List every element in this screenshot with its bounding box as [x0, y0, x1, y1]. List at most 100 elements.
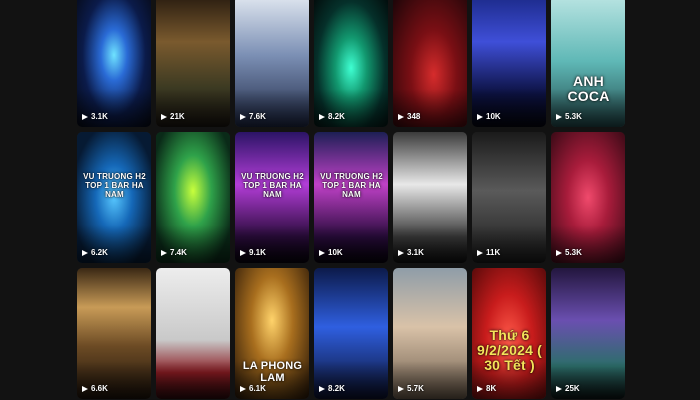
view-count-value: 8K	[486, 384, 497, 393]
view-count-value: 8.2K	[328, 112, 345, 121]
video-card[interactable]	[156, 268, 230, 399]
play-icon	[319, 385, 325, 392]
play-icon	[82, 385, 88, 392]
view-count: 3.1K	[398, 248, 424, 257]
play-icon	[161, 113, 167, 120]
video-grid: 3.1K 21K 7.6K 8.2K 348 10K ANH COCA 5.3K VU TRUO…	[77, 0, 625, 399]
video-overlay-text: ANH COCA	[567, 73, 610, 104]
play-icon	[556, 385, 562, 392]
video-card[interactable]: 8.2K	[314, 268, 388, 399]
video-card[interactable]: 25K	[551, 268, 625, 399]
video-thumbnail	[551, 132, 625, 263]
view-count: 10K	[477, 112, 501, 121]
video-card[interactable]: 10K	[472, 0, 546, 127]
video-thumbnail	[393, 0, 467, 127]
play-icon	[398, 113, 404, 120]
view-count: 6.1K	[240, 384, 266, 393]
video-overlay-text: VU TRUONG H2 TOP 1 BAR HA NAM	[83, 172, 146, 199]
play-icon	[240, 113, 246, 120]
video-card[interactable]: 3.1K	[77, 0, 151, 127]
video-thumbnail	[393, 268, 467, 399]
video-thumbnail	[472, 132, 546, 263]
video-thumbnail	[77, 268, 151, 399]
view-count: 5.3K	[556, 248, 582, 257]
play-icon	[556, 113, 562, 120]
video-thumbnail	[314, 0, 388, 127]
video-thumbnail	[551, 0, 625, 127]
video-thumbnail	[156, 268, 230, 399]
video-thumbnail	[77, 0, 151, 127]
play-icon	[398, 385, 404, 392]
view-count-value: 21K	[170, 112, 185, 121]
play-icon	[556, 249, 562, 256]
view-count-value: 25K	[565, 384, 580, 393]
video-thumbnail	[314, 268, 388, 399]
view-count: 21K	[161, 112, 185, 121]
view-count: 7.4K	[161, 248, 187, 257]
view-count: 5.7K	[398, 384, 424, 393]
video-thumbnail	[551, 268, 625, 399]
view-count: 8.2K	[319, 112, 345, 121]
view-count: 7.6K	[240, 112, 266, 121]
video-card[interactable]: ANH COCA 5.3K	[551, 0, 625, 127]
view-count-value: 5.3K	[565, 112, 582, 121]
video-card[interactable]: VU TRUONG H2 TOP 1 BAR HA NAM 6.2K	[77, 132, 151, 263]
view-count-value: 10K	[328, 248, 343, 257]
view-count-value: 5.3K	[565, 248, 582, 257]
play-icon	[319, 249, 325, 256]
video-card[interactable]: Thứ 6 9/2/2024 ( 30 Tết ) 8K	[472, 268, 546, 399]
video-card[interactable]: 348	[393, 0, 467, 127]
view-count: 348	[398, 112, 420, 121]
view-count-value: 3.1K	[91, 112, 108, 121]
view-count: 10K	[319, 248, 343, 257]
play-icon	[240, 385, 246, 392]
video-thumbnail	[156, 132, 230, 263]
video-card[interactable]: 21K	[156, 0, 230, 127]
play-icon	[477, 113, 483, 120]
view-count-value: 5.7K	[407, 384, 424, 393]
video-thumbnail	[472, 0, 546, 127]
video-card[interactable]: VU TRUONG H2 TOP 1 BAR HA NAM 10K	[314, 132, 388, 263]
view-count-value: 7.4K	[170, 248, 187, 257]
play-icon	[477, 249, 483, 256]
view-count: 9.1K	[240, 248, 266, 257]
video-card[interactable]: LA PHONG LAM 6.1K	[235, 268, 309, 399]
view-count: 6.6K	[82, 384, 108, 393]
view-count-value: 7.6K	[249, 112, 266, 121]
view-count-value: 10K	[486, 112, 501, 121]
view-count: 3.1K	[82, 112, 108, 121]
video-overlay-text: VU TRUONG H2 TOP 1 BAR HA NAM	[241, 172, 304, 199]
video-overlay-text: VU TRUONG H2 TOP 1 BAR HA NAM	[320, 172, 383, 199]
video-card[interactable]: 5.7K	[393, 268, 467, 399]
view-count: 11K	[477, 248, 500, 257]
video-thumbnail	[156, 0, 230, 127]
view-count: 8.2K	[319, 384, 345, 393]
video-card[interactable]: 7.6K	[235, 0, 309, 127]
view-count-value: 9.1K	[249, 248, 266, 257]
view-count: 6.2K	[82, 248, 108, 257]
video-card[interactable]: 5.3K	[551, 132, 625, 263]
video-overlay-text: LA PHONG LAM	[242, 360, 303, 384]
view-count: 5.3K	[556, 112, 582, 121]
video-card[interactable]: 11K	[472, 132, 546, 263]
view-count-value: 348	[407, 112, 421, 121]
video-card[interactable]: 6.6K	[77, 268, 151, 399]
view-count: 8K	[477, 384, 496, 393]
video-card[interactable]: 8.2K	[314, 0, 388, 127]
video-card[interactable]: 7.4K	[156, 132, 230, 263]
play-icon	[398, 249, 404, 256]
play-icon	[477, 385, 483, 392]
video-thumbnail	[393, 132, 467, 263]
video-card[interactable]: VU TRUONG H2 TOP 1 BAR HA NAM 9.1K	[235, 132, 309, 263]
play-icon	[319, 113, 325, 120]
play-icon	[161, 249, 167, 256]
view-count-value: 8.2K	[328, 384, 345, 393]
play-icon	[82, 113, 88, 120]
view-count: 25K	[556, 384, 580, 393]
video-thumbnail	[235, 0, 309, 127]
video-card[interactable]: 3.1K	[393, 132, 467, 263]
view-count-value: 6.6K	[91, 384, 108, 393]
view-count-value: 6.1K	[249, 384, 266, 393]
view-count-value: 3.1K	[407, 248, 424, 257]
video-overlay-text: Thứ 6 9/2/2024 ( 30 Tết )	[476, 327, 543, 373]
